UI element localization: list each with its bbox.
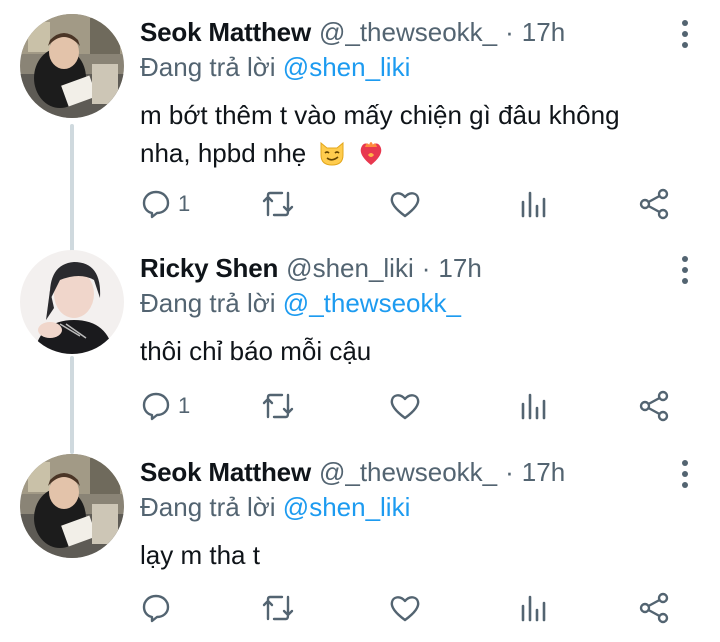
retweet-button[interactable] [260,184,296,224]
like-icon [390,596,420,622]
retweet-icon [262,595,294,621]
like-button[interactable] [388,184,422,224]
mention-link[interactable]: @_thewseokk_ [283,288,461,318]
replying-prefix: Đang trả lời [140,492,276,522]
tweet-actions [140,588,680,628]
more-icon[interactable] [680,256,690,286]
tweet-actions: 1 [140,184,680,224]
avatar[interactable] [20,250,124,354]
timestamp[interactable]: 17h [522,457,565,488]
user-handle[interactable]: @_thewseokk_ [319,17,497,48]
replying-to: Đang trả lời @_thewseokk_ [140,288,461,319]
separator-dot: · [505,456,514,487]
tweet-header: Ricky Shen @shen_liki · 17h [140,250,482,286]
separator-dot: · [505,16,514,47]
views-icon [521,393,546,420]
retweet-button[interactable] [260,588,296,628]
tweet-header: Seok Matthew @_thewseokk_ · 17h [140,454,565,490]
avatar[interactable] [20,14,124,118]
replying-to: Đang trả lời @shen_liki [140,492,410,523]
tweet[interactable]: Seok Matthew @_thewseokk_ · 17h Đang trả… [0,14,720,234]
replying-prefix: Đang trả lời [140,288,276,318]
share-button[interactable] [638,588,670,628]
reply-count: 1 [178,191,191,216]
like-icon [390,192,420,218]
tweet-text: m bớt thêm t vào mấy chiện gì đâu không … [140,96,660,172]
reply-icon [142,190,170,219]
retweet-icon [262,393,294,419]
mention-link[interactable]: @shen_liki [283,492,411,522]
like-button[interactable] [388,386,422,426]
views-button[interactable] [518,588,548,628]
reply-button[interactable]: 1 [140,386,190,426]
views-button[interactable] [518,184,548,224]
like-icon [390,394,420,420]
timestamp[interactable]: 17h [438,253,481,284]
share-button[interactable] [638,184,670,224]
tweet[interactable]: Ricky Shen @shen_liki · 17h Đang trả lời… [0,250,720,450]
tweet-text: lạy m tha t [140,536,680,574]
views-icon [521,595,546,622]
replying-prefix: Đang trả lời [140,52,276,82]
share-icon [639,592,669,624]
smirking-cat-emoji [318,139,346,167]
reply-icon [142,594,170,623]
reply-button[interactable] [140,588,178,628]
avatar[interactable] [20,454,124,558]
share-icon [639,188,669,220]
tweet-text-content: thôi chỉ báo mỗi cậu [140,336,372,366]
replying-to: Đang trả lời @shen_liki [140,52,410,83]
user-handle[interactable]: @_thewseokk_ [319,457,497,488]
user-handle[interactable]: @shen_liki [286,253,414,284]
tweet-actions: 1 [140,386,680,426]
share-button[interactable] [638,386,670,426]
tweet[interactable]: Seok Matthew @_thewseokk_ · 17h Đang trả… [0,454,720,642]
heart-on-fire-emoji [357,139,385,167]
mention-link[interactable]: @shen_liki [283,52,411,82]
like-button[interactable] [388,588,422,628]
retweet-icon [262,191,294,217]
more-icon[interactable] [680,20,690,50]
tweet-text: thôi chỉ báo mỗi cậu [140,332,680,370]
views-icon [521,191,546,218]
display-name[interactable]: Ricky Shen [140,253,278,284]
retweet-button[interactable] [260,386,296,426]
views-button[interactable] [518,386,548,426]
separator-dot: · [421,252,431,283]
reply-button[interactable]: 1 [140,184,190,224]
display-name[interactable]: Seok Matthew [140,17,311,48]
share-icon [639,390,669,422]
reply-count: 1 [178,393,191,418]
tweet-header: Seok Matthew @_thewseokk_ · 17h [140,14,565,50]
timestamp[interactable]: 17h [522,17,565,48]
display-name[interactable]: Seok Matthew [140,457,311,488]
more-icon[interactable] [680,460,690,490]
reply-icon [142,392,170,421]
tweet-text-content: lạy m tha t [140,540,260,570]
